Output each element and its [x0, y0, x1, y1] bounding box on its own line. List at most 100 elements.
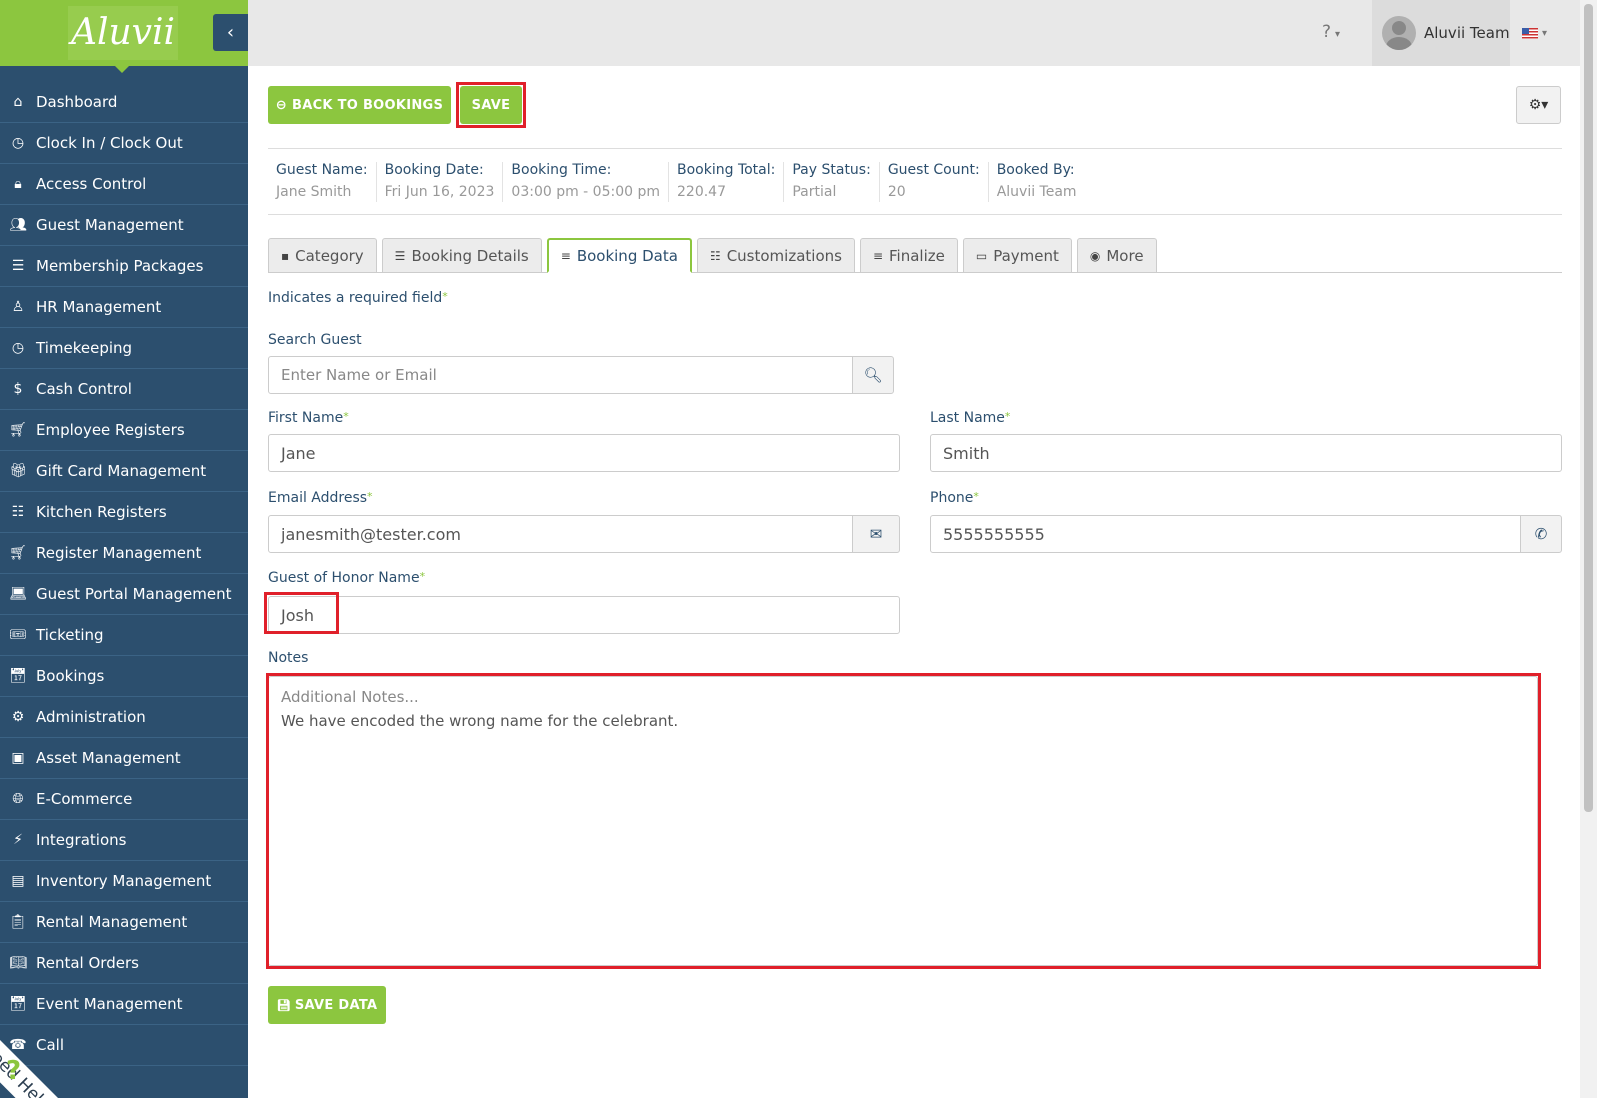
sidebar-item-label: Employee Registers — [36, 421, 185, 439]
arrow-circle-left-icon: ⊖ — [275, 97, 287, 113]
required-star: * — [367, 490, 373, 503]
tab-category[interactable]: ▪ Category — [268, 238, 377, 272]
save-data-label: SAVE DATA — [294, 997, 378, 1013]
sidebar-item-access-control[interactable]: 🔒︎ Access Control — [0, 164, 248, 205]
calendar-icon: 📅︎ — [9, 668, 27, 684]
list-icon: ☰ — [11, 258, 25, 274]
tab-finalize[interactable]: ≡ Finalize — [859, 238, 958, 272]
sidebar-item-rental-orders[interactable]: 📖︎ Rental Orders — [0, 943, 248, 984]
sidebar-item-label: Gift Card Management — [36, 462, 207, 480]
sidebar-item-clock-in-clock-out[interactable]: ◷ Clock In / Clock Out — [0, 123, 248, 164]
sidebar-item-label: E-Commerce — [36, 790, 133, 808]
booking-summary: Guest Name: Jane Smith Booking Date: Fri Ju… — [268, 148, 1562, 215]
save-icon: 💾︎ — [276, 998, 291, 1012]
sidebar-item-integrations[interactable]: ⚡︎ Integrations — [0, 820, 248, 861]
credit-card-icon: ▭ — [975, 248, 988, 263]
ticket-icon: 🎟︎ — [9, 627, 27, 643]
save-highlight — [456, 82, 526, 128]
sidebar-item-bookings[interactable]: 📅︎ Bookings — [0, 656, 248, 697]
sidebar-item-administration[interactable]: ⚙ Administration — [0, 697, 248, 738]
summary-item: Pay Status: Partial — [784, 162, 880, 202]
sidebar-item-guest-management[interactable]: 👥︎ Guest Management — [0, 205, 248, 246]
search-guest-input[interactable]: Enter Name or Email — [268, 356, 854, 394]
summary-label: Booked By: — [996, 162, 1075, 178]
sidebar-item-membership-packages[interactable]: ☰ Membership Packages — [0, 246, 248, 287]
sidebar-item-label: Guest Management — [36, 216, 184, 234]
tab-customizations[interactable]: ☷ Customizations — [696, 238, 855, 272]
settings-dropdown-button[interactable]: ⚙▾ — [1516, 86, 1561, 124]
email-field[interactable]: janesmith@tester.com — [268, 515, 854, 553]
back-to-bookings-button[interactable]: ⊖ BACK TO BOOKINGS — [268, 86, 451, 124]
sidebar-item-label: Kitchen Registers — [36, 503, 167, 521]
sidebar-item-event-management[interactable]: 📅︎ Event Management — [0, 984, 248, 1025]
question-icon: ? — [6, 1056, 22, 1086]
sidebar-item-guest-portal-management[interactable]: 💻︎ Guest Portal Management — [0, 574, 248, 615]
clock-icon: ◷ — [11, 135, 25, 151]
first-name-label-text: First Name — [268, 410, 344, 426]
sidebar-item-label: Register Management — [36, 544, 202, 562]
last-name-label: Last Name* — [930, 410, 1010, 426]
laptop-icon: 💻︎ — [9, 586, 27, 602]
notes-highlight — [266, 673, 1541, 969]
scrollbar-thumb[interactable] — [1584, 4, 1593, 812]
help-menu[interactable]: ? ▾ — [1322, 22, 1340, 42]
sidebar-item-label: Clock In / Clock Out — [36, 134, 183, 152]
sidebar-item-e-commerce[interactable]: 🌐︎ E-Commerce — [0, 779, 248, 820]
guest-of-honor-field[interactable]: Josh — [268, 596, 900, 634]
tab-label: Category — [295, 246, 364, 265]
tab-more[interactable]: ◉ More — [1076, 238, 1157, 272]
clipboard-icon: 📋︎ — [9, 914, 27, 930]
first-name-field[interactable]: Jane — [268, 434, 900, 472]
last-name-field[interactable]: Smith — [930, 434, 1562, 472]
summary-label: Booking Time: — [511, 162, 612, 178]
tab-booking-data[interactable]: ≡ Booking Data — [546, 238, 692, 273]
sidebar-item-call[interactable]: ☎ Call — [0, 1025, 248, 1066]
sidebar-item-gift-card-management[interactable]: 🎁︎ Gift Card Management — [0, 451, 248, 492]
save-data-button[interactable]: 💾︎ SAVE DATA — [268, 986, 386, 1024]
required-field-note: Indicates a required field* — [268, 290, 448, 306]
search-button[interactable]: 🔍︎ — [852, 356, 894, 394]
sidebar-item-ticketing[interactable]: 🎟︎ Ticketing — [0, 615, 248, 656]
user-name: Aluvii Team — [1424, 24, 1510, 42]
sidebar-item-label: Asset Management — [36, 749, 181, 767]
sidebar-item-inventory-management[interactable]: ▤ Inventory Management — [0, 861, 248, 902]
summary-value: Fri Jun 16, 2023 — [384, 184, 495, 200]
logo-bar: Aluvii ‹ — [0, 0, 248, 73]
sidebar-item-rental-management[interactable]: 📋︎ Rental Management — [0, 902, 248, 943]
chevron-down-icon: ▾ — [1542, 28, 1548, 39]
sidebar-item-label: Ticketing — [36, 626, 104, 644]
email-label: Email Address* — [268, 490, 373, 506]
database-icon: ≡ — [872, 248, 884, 263]
sidebar-item-label: Timekeeping — [36, 339, 133, 357]
guest-of-honor-highlight — [264, 592, 339, 634]
sidebar-item-label: Bookings — [36, 667, 105, 685]
aluvii-logo[interactable]: Aluvii — [68, 6, 178, 60]
sidebar-item-asset-management[interactable]: ▣ Asset Management — [0, 738, 248, 779]
sidebar-item-cash-control[interactable]: $ Cash Control — [0, 369, 248, 410]
tab-booking-details[interactable]: ☰ Booking Details — [381, 238, 542, 272]
sidebar-item-timekeeping[interactable]: ◷ Timekeeping — [0, 328, 248, 369]
cart-icon: 🛒︎ — [9, 422, 27, 438]
sidebar-item-hr-management[interactable]: ♙ HR Management — [0, 287, 248, 328]
phone-field[interactable]: 5555555555 — [930, 515, 1522, 553]
chevron-down-icon: ▾ — [1335, 29, 1341, 40]
page-scrollbar[interactable] — [1580, 0, 1597, 1098]
summary-item: Booking Time: 03:00 pm - 05:00 pm — [503, 162, 669, 202]
question-circle-icon: ? — [1322, 22, 1332, 42]
language-menu[interactable]: ▾ — [1522, 28, 1547, 39]
sidebar-item-label: Event Management — [36, 995, 183, 1013]
tab-label: Booking Details — [411, 246, 529, 265]
sidebar-item-employee-registers[interactable]: 🛒︎ Employee Registers — [0, 410, 248, 451]
first-name-label: First Name* — [268, 410, 349, 426]
sidebar-item-label: Call — [36, 1036, 65, 1054]
sidebar-item-dashboard[interactable]: ⌂ Dashboard — [0, 82, 248, 123]
summary-label: Pay Status: — [792, 162, 871, 178]
sidebar-item-kitchen-registers[interactable]: ☷ Kitchen Registers — [0, 492, 248, 533]
sidebar-collapse-button[interactable]: ‹ — [213, 14, 248, 51]
email-label-text: Email Address — [268, 490, 368, 506]
tab-payment[interactable]: ▭ Payment — [962, 238, 1072, 272]
user-menu[interactable]: Aluvii Team — [1372, 0, 1510, 66]
phone-label-text: Phone — [930, 490, 974, 506]
sidebar-item-register-management[interactable]: 🛒︎ Register Management — [0, 533, 248, 574]
us-flag-icon — [1522, 28, 1538, 39]
